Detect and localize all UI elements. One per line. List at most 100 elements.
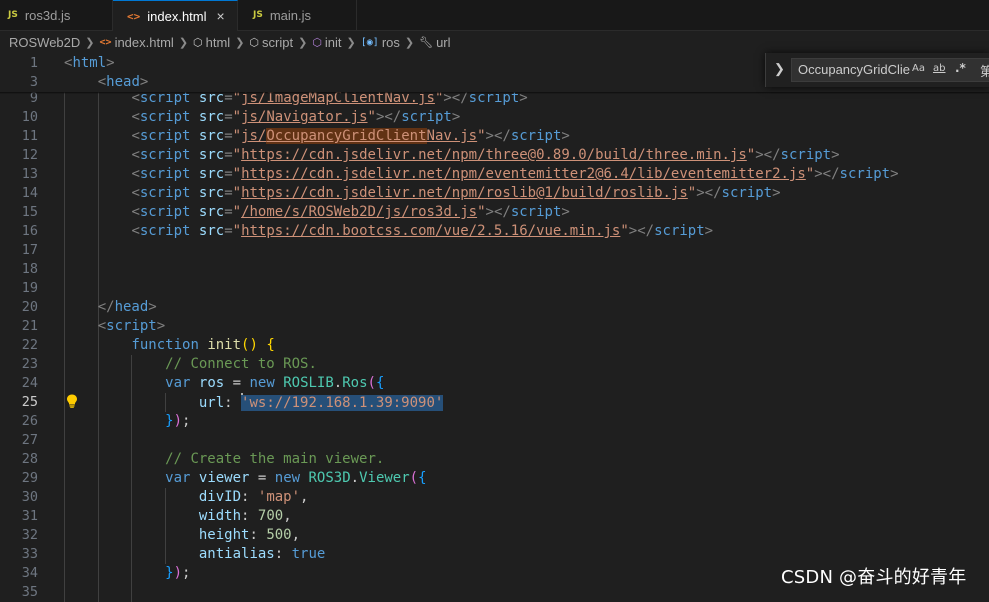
- match-case-toggle[interactable]: Aa: [912, 63, 925, 74]
- line-number: 22: [21, 337, 38, 353]
- chevron-right-icon: ❯: [235, 36, 245, 49]
- code-token: script: [839, 166, 891, 182]
- chevron-right-icon: ❯: [178, 36, 189, 49]
- code-token: <: [131, 204, 140, 220]
- code-token: 700: [257, 508, 284, 524]
- tab-index-html[interactable]: <> index.html ×: [113, 0, 238, 31]
- breadcrumb-item-url[interactable]: url: [436, 35, 450, 50]
- code-token: {: [375, 375, 385, 391]
- code-token: >: [139, 74, 149, 90]
- code-token: >: [704, 223, 714, 239]
- code-line: 12 <script src="https://cdn.jsdelivr.net/…: [0, 146, 989, 165]
- code-token: <: [97, 318, 107, 334]
- breadcrumb-item-file[interactable]: index.html: [115, 35, 174, 50]
- code-token: script: [139, 109, 191, 125]
- code-token: }: [165, 565, 174, 581]
- line-code: <html>: [64, 54, 115, 73]
- line-number: 30: [21, 489, 38, 505]
- line-number: 25: [21, 394, 38, 410]
- code-token: :: [274, 546, 292, 562]
- breadcrumb-item-init[interactable]: init: [325, 35, 342, 50]
- line-code: width: 700,: [199, 507, 292, 526]
- line-number: 31: [21, 508, 38, 524]
- code-editor[interactable]: 9 <script src="js/ImageMapClientNav.js"><…: [0, 53, 989, 602]
- code-token: script: [510, 204, 562, 220]
- code-token: src: [198, 185, 225, 201]
- close-icon[interactable]: ×: [217, 8, 225, 24]
- line-code: });: [165, 564, 190, 583]
- code-token: https://cdn.bootcss.com/vue/2.5.16/vue.m…: [241, 223, 621, 239]
- code-token: script: [139, 204, 191, 220]
- watermark: CSDN @奋斗的好青年: [781, 567, 967, 588]
- breadcrumb-item-html[interactable]: html: [206, 35, 231, 50]
- code-token: 'map': [257, 489, 301, 505]
- code-token: src: [198, 109, 225, 125]
- javascript-file-icon: JS: [8, 10, 18, 20]
- line-number: 1: [29, 55, 38, 71]
- javascript-file-icon: JS: [253, 10, 263, 20]
- code-token: height: [198, 527, 250, 543]
- code-token: <: [131, 223, 140, 239]
- code-token: ></: [375, 109, 402, 125]
- code-token: js/: [241, 128, 267, 144]
- line-number: 33: [21, 546, 38, 562]
- element-cube-icon: ⬡: [249, 36, 260, 49]
- code-token: >: [772, 185, 781, 201]
- code-line: 20 </head>: [0, 298, 989, 317]
- function-cube-icon: ⬡: [312, 36, 322, 49]
- breadcrumb-item-folder[interactable]: ROSWeb2D: [9, 35, 80, 50]
- find-input[interactable]: OccupancyGridClie Aa ab .*: [791, 58, 989, 82]
- tab-ros3d-js[interactable]: JS ros3d.js: [0, 0, 113, 30]
- lightbulb-icon[interactable]: [66, 394, 78, 408]
- code-line: 16 <script src="https://cdn.bootcss.com/v…: [0, 222, 989, 241]
- code-token: script: [139, 147, 191, 163]
- tab-main-js[interactable]: JS main.js: [238, 0, 357, 30]
- code-token: Nav.js: [426, 128, 478, 144]
- code-token: <: [131, 166, 140, 182]
- code-line: 25 url: 'ws://192.168.1.39:9090': [0, 393, 989, 412]
- breadcrumb-item-ros[interactable]: ros: [382, 35, 400, 50]
- match-whole-word-toggle[interactable]: ab: [933, 63, 945, 74]
- use-regex-toggle[interactable]: .*: [955, 61, 966, 75]
- tab-label: index.html: [147, 8, 207, 24]
- code-token: // Create the main viewer.: [165, 451, 385, 467]
- code-token: {: [418, 470, 427, 486]
- code-token: ></: [696, 185, 722, 201]
- line-number: 32: [21, 527, 38, 543]
- code-token: ROSLIB: [283, 375, 334, 391]
- code-token: ": [746, 147, 756, 163]
- code-token: 'ws://192.168.1.39:9090': [241, 395, 444, 411]
- code-token: =: [224, 375, 250, 391]
- code-token: ": [477, 128, 486, 144]
- toggle-replace-chevron-icon[interactable]: ❯: [774, 61, 785, 77]
- code-token: <: [131, 185, 140, 201]
- line-code: <script src="/home/s/ROSWeb2D/js/ros3d.j…: [131, 203, 569, 222]
- wrench-icon: 🔧︎: [419, 36, 434, 49]
- tab-bar: JS ros3d.js <> index.html × JS main.js: [0, 0, 989, 31]
- line-code: var viewer = new ROS3D.Viewer({: [165, 469, 426, 488]
- line-number: 18: [21, 261, 38, 277]
- code-token: https://cdn.jsdelivr.net/npm/three@0.89.…: [241, 147, 747, 163]
- breadcrumb-item-script[interactable]: script: [262, 35, 293, 50]
- line-code: <head>: [98, 73, 149, 92]
- code-token: <: [131, 128, 140, 144]
- code-line: 17: [0, 241, 989, 260]
- code-token: js/Navigator.js: [241, 109, 368, 125]
- line-code: <script>: [98, 317, 165, 336]
- code-token: <: [131, 147, 140, 163]
- code-token: // Connect to ROS.: [165, 356, 317, 372]
- code-line: 15 <script src="/home/s/ROSWeb2D/js/ros3d…: [0, 203, 989, 222]
- code-token: {: [266, 337, 275, 353]
- code-line: 27: [0, 431, 989, 450]
- code-line: 23 // Connect to ROS.: [0, 355, 989, 374]
- code-token: ): [173, 565, 183, 581]
- code-token: :: [241, 508, 258, 524]
- code-token: <: [97, 74, 107, 90]
- code-token: ,: [300, 489, 309, 505]
- code-token: >: [106, 55, 115, 71]
- code-token: ": [805, 166, 815, 182]
